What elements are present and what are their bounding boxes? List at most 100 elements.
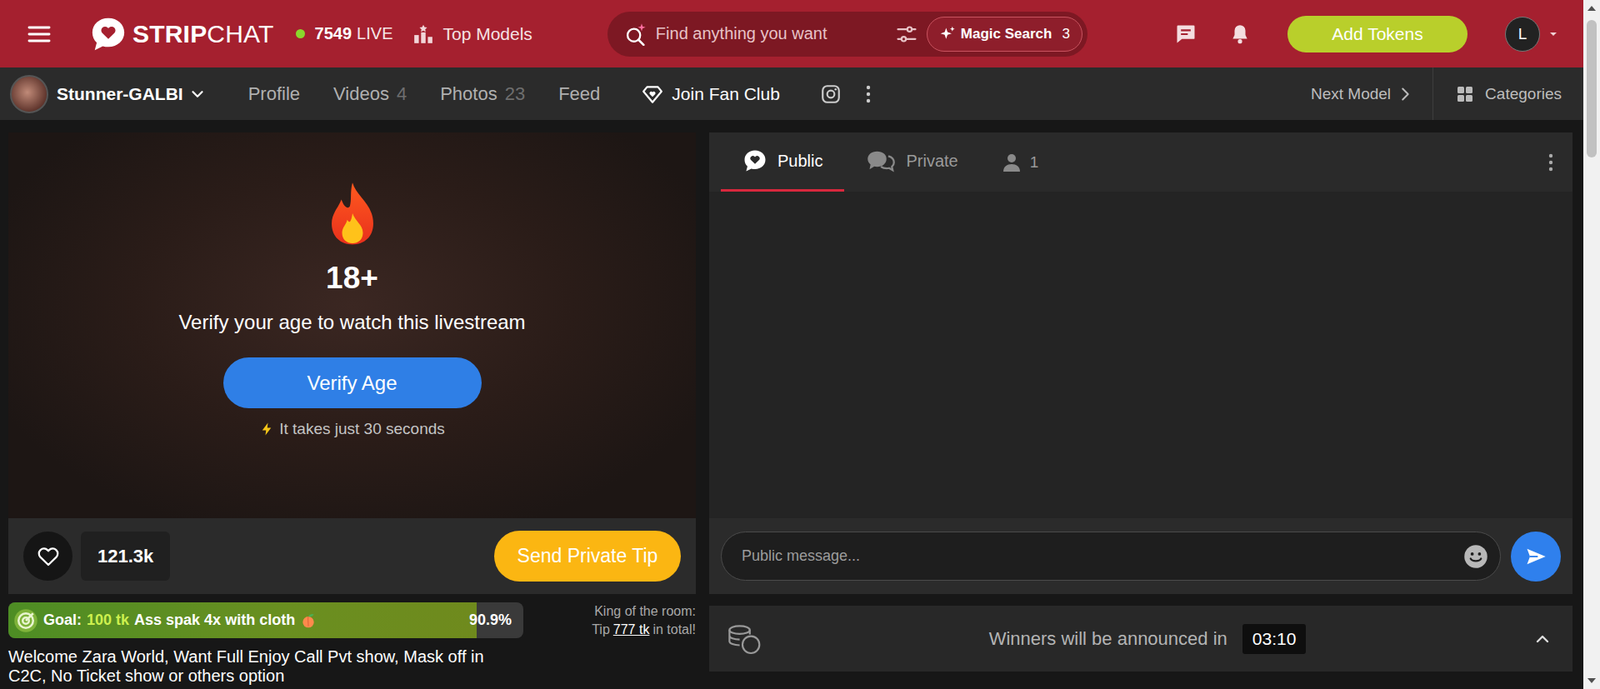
send-icon [1524,545,1548,569]
winners-bar: Winners will be announced in 03:10 [709,605,1573,672]
next-model-label: Next Model [1310,85,1391,104]
filter-icon[interactable] [895,22,919,46]
stream-column: 18+Verify your age to watch this livestr… [8,132,696,686]
chat-tabs: Public Private 1 [709,132,1573,192]
bell-icon[interactable] [1229,23,1251,45]
king-detail: Tip777 tkin total! [591,620,696,640]
caret-down-icon[interactable] [1548,29,1559,40]
chat-tab-label: Private [905,151,958,171]
top-models-link[interactable]: Top Models [412,23,532,45]
goal-text: Ass spak 4x with cloth [134,611,295,630]
model-nav: Profile Videos 4 Photos23 Feed [248,83,601,105]
chat-input-placeholder: Public message... [741,547,1464,565]
search-icon [624,22,648,46]
fan-club-button[interactable]: Join Fan Club [641,83,780,105]
page-scrollbar[interactable] [1583,0,1600,689]
likes-count: 121.3k [80,531,170,581]
verify-hint: It takes just 30 seconds [259,420,445,439]
app: STRIPCHAT 7549LIVE Top Models Find anything… [0,0,1600,689]
live-dot [295,29,305,39]
private-tip-button[interactable]: Send Private Tip [494,530,681,582]
target-icon [13,608,39,634]
categories-label: Categories [1485,85,1562,104]
king-prefix: Tip [591,622,610,637]
age-badge: 18+ [325,260,379,296]
content: 18+Verify your age to watch this livestr… [0,120,1584,686]
chat-more-icon[interactable] [1547,152,1555,173]
winners-info: Winners will be announced in 03:10 [762,624,1533,655]
emoji-icon[interactable] [1463,544,1489,570]
favorite-button[interactable] [23,531,73,581]
model-avatar[interactable] [10,75,49,114]
king-of-room: King of the room:Tip777 tkin total! [591,602,696,640]
model-bar: Stunner-GALBI Profile Videos 4 Photos23 Feed J… [0,67,1584,120]
winners-text: Winners will be announced in [989,628,1228,650]
chat-tab[interactable]: Private [844,132,980,192]
nav-item[interactable]: Profile [248,83,300,105]
person-icon [1001,152,1022,173]
nav-count: 4 [396,83,407,105]
add-tokens-button[interactable]: Add Tokens [1287,15,1468,53]
goal-row: Goal:100 tkAss spak 4x with cloth90.9%Ki… [8,602,696,640]
grid-icon [1455,84,1475,105]
nav-count: 23 [505,83,525,105]
chevron-down-icon[interactable] [188,85,207,104]
nav-label: Profile [248,83,300,105]
live-label: LIVE [356,24,393,44]
nav-label: Feed [558,83,600,105]
main-column: STRIPCHAT 7549LIVE Top Models Find anything… [0,0,1584,689]
scroll-up-icon[interactable] [1587,5,1596,11]
nav-label: Videos [333,83,390,105]
chat-column: Public Private 1 Public message... Winners w… [709,132,1573,686]
viewers-tab[interactable]: 1 [980,132,1061,192]
chat-input[interactable]: Public message... [720,531,1501,581]
king-amount[interactable]: 777 tk [613,622,650,637]
chat-panel: Public Private 1 [709,132,1573,519]
goal-content: Goal:100 tkAss spak 4x with cloth90.9% [8,602,524,639]
king-suffix: in total! [652,622,696,637]
live-count: 7549 [315,24,353,44]
menu-icon[interactable] [25,20,53,48]
video-stage: 18+Verify your age to watch this livestr… [8,132,696,519]
nav-item[interactable]: Feed [558,83,600,105]
categories-button[interactable]: Categories [1432,67,1584,120]
nav-item[interactable]: Videos 4 [333,83,407,105]
public-chat-icon [742,148,768,174]
sparkle-icon [939,25,956,43]
verify-age-button[interactable]: Verify Age [223,357,482,409]
top-bar: STRIPCHAT 7549LIVE Top Models Find anything… [0,0,1584,68]
diamond-icon [641,83,664,105]
scroll-down-icon[interactable] [1587,678,1596,684]
stream-controls: 121.3k Send Private Tip [8,518,696,595]
logo-bubble-icon [89,15,128,54]
search-input[interactable]: Find anything you want [655,24,887,44]
chat-tab[interactable]: Public [720,132,845,192]
next-model-button[interactable]: Next Model [1310,85,1433,104]
instagram-icon[interactable] [820,83,842,105]
goal-percent: 90.9% [469,611,512,630]
chevron-up-icon[interactable] [1532,629,1553,650]
goal-bar: Goal:100 tkAss spak 4x with cloth90.9% [8,602,524,639]
user-avatar[interactable]: L [1505,16,1540,52]
chat-tab-label: Public [777,151,823,171]
ranking-icon [412,23,435,45]
lightning-icon [259,421,275,437]
model-name[interactable]: Stunner-GALBI [56,84,184,105]
king-title: King of the room: [591,602,696,621]
room-description: Welcome Zara World, Want Full Enjoy Call… [8,647,521,686]
viewers-count: 1 [1030,153,1040,172]
send-button[interactable] [1510,531,1561,582]
coins-icon [725,623,763,655]
winners-timer: 03:10 [1242,624,1307,655]
magic-search-button[interactable]: Magic Search3 [926,16,1083,52]
logo[interactable]: STRIPCHAT [89,15,275,54]
magic-search-count: 3 [1061,25,1070,43]
search-bar[interactable]: Find anything you want Magic Search3 [607,11,1088,57]
scroll-thumb[interactable] [1586,20,1597,158]
more-icon[interactable] [865,83,872,105]
nav-item[interactable]: Photos23 [440,83,525,105]
top-models-label: Top Models [442,24,532,45]
live-counter[interactable]: 7549LIVE [295,24,394,44]
chat-input-row: Public message... [709,518,1573,595]
messages-icon[interactable] [1174,22,1198,46]
